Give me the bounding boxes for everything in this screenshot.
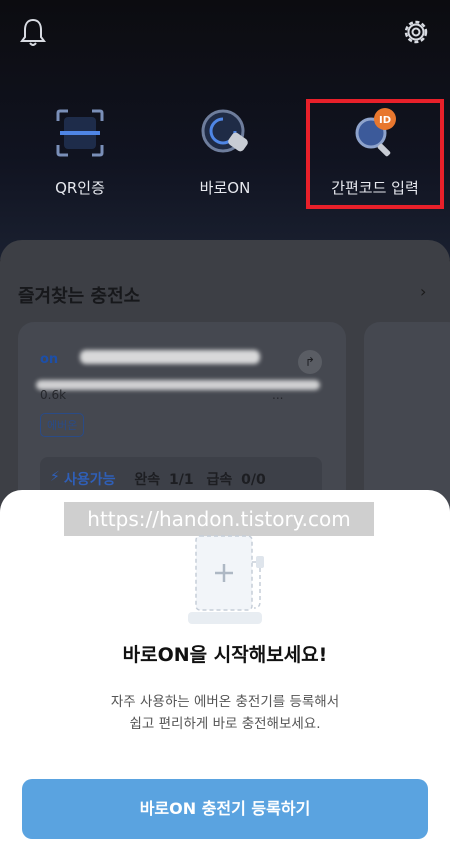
station-address-tail: 0.6k... — [40, 388, 284, 402]
bell-icon[interactable] — [18, 16, 48, 48]
quick-action-label: 바로ON — [199, 179, 251, 197]
watermark: https://handon.tistory.com — [64, 502, 374, 536]
sheet-description: 쉽고 편리하게 바로 충전해보세요. — [129, 716, 321, 732]
baro-on-icon — [201, 109, 248, 153]
status-text: 사용가능 완속 1/1 급속 0/0 — [64, 472, 266, 488]
favorites-title: 즐겨찾는 충전소 — [18, 286, 141, 307]
quick-action-baro-on[interactable]: 바로ON — [150, 105, 300, 205]
bolt-icon: ⚡ — [50, 469, 60, 485]
charger-plus-icon — [188, 535, 264, 624]
quick-action-label: QR인증 — [55, 179, 105, 197]
sheet-title: 바로ON을 시작해보세요! — [122, 644, 328, 666]
sheet-description: 자주 사용하는 에버온 충전기를 등록해서 — [110, 694, 340, 710]
highlight-box — [306, 99, 444, 209]
share-icon[interactable]: ↱ — [298, 350, 322, 374]
gear-icon[interactable] — [400, 16, 432, 48]
qr-scan-icon — [56, 109, 104, 157]
chevron-right-icon[interactable]: › — [420, 282, 426, 301]
register-charger-button[interactable]: 바로ON 충전기 등록하기 — [22, 779, 428, 839]
station-name-blurred — [80, 350, 260, 364]
operator-tag: 에버온 — [40, 413, 85, 437]
quick-action-qr[interactable]: QR인증 — [5, 105, 155, 205]
station-logo: on — [40, 352, 59, 367]
